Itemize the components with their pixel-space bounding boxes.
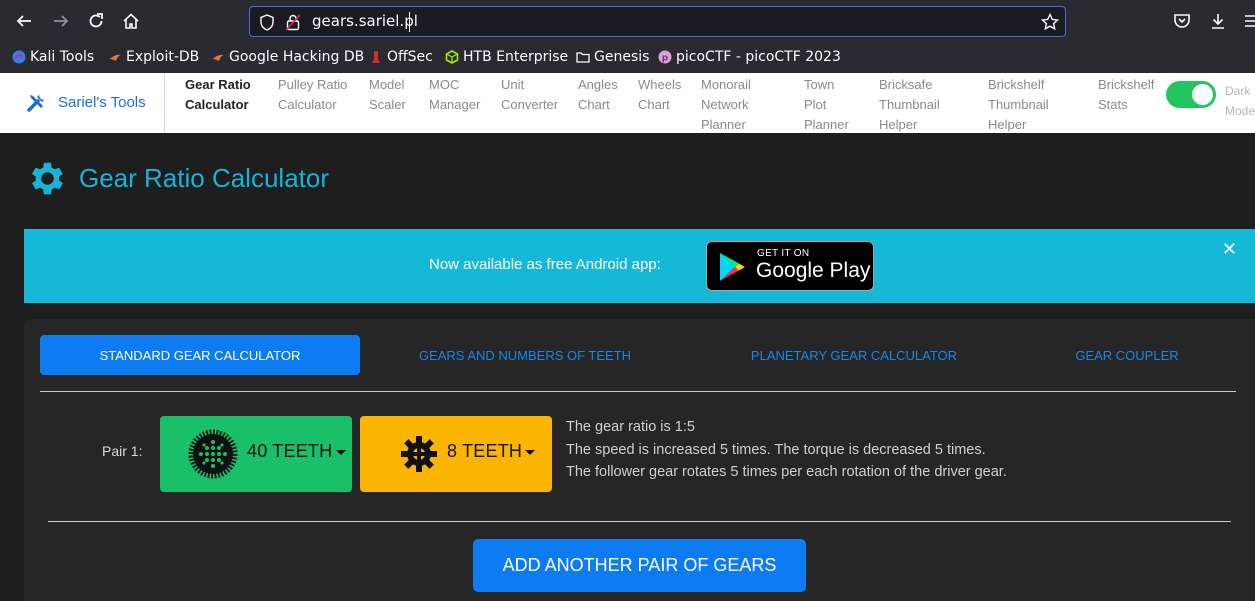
picoctf-icon: p [658, 50, 672, 64]
exploitdb-icon [212, 54, 224, 61]
results-panel: The gear ratio is 1:5 The speed is incre… [566, 416, 1016, 484]
badge-small-text: GET IT ON [757, 248, 810, 259]
shield-icon [260, 14, 274, 31]
tab-planetary-gear-calculator[interactable]: PLANETARY GEAR CALCULATOR [724, 335, 984, 375]
chevron-down-icon [336, 450, 346, 455]
page-header: Gear Ratio Calculator [26, 157, 329, 200]
hamburger-menu-icon [1245, 15, 1255, 27]
bookmark-exploit-db[interactable]: Exploit-DB [108, 47, 199, 67]
tab-standard-gear-calculator[interactable]: STANDARD GEAR CALCULATOR [40, 335, 360, 375]
bookmark-label: Genesis [594, 49, 650, 65]
pair-label: Pair 1: [102, 443, 143, 459]
bookmark-label: Kali Tools [30, 49, 95, 65]
bookmark-label: picoCTF - picoCTF 2023 [676, 49, 841, 65]
browser-toolbar: gears.sariel.pl [0, 0, 1255, 42]
home-button[interactable] [119, 9, 143, 33]
gear-ratio-text: The gear ratio is 1:5 [566, 419, 695, 435]
nav-town-plot-planner[interactable]: Town Plot Planner [804, 75, 849, 135]
folder-icon [576, 52, 590, 63]
brand-name: Sariel's Tools [58, 93, 146, 111]
dark-mode-toggle[interactable] [1166, 81, 1216, 108]
nav-angles-chart[interactable]: Angles Chart [578, 75, 618, 115]
downloads-button[interactable] [1206, 9, 1230, 33]
offsec-icon [372, 51, 380, 63]
reload-icon [89, 13, 103, 28]
badge-big-text: Google Play [756, 259, 871, 282]
nav-bricksafe-thumbnail-helper[interactable]: Bricksafe Thumbnail Helper [879, 75, 940, 135]
kali-icon [12, 50, 26, 64]
bookmark-label: HTB Enterprise [463, 49, 569, 65]
tools-icon [27, 94, 45, 112]
tab-gear-coupler[interactable]: GEAR COUPLER [1054, 335, 1200, 375]
bookmark-label: Google Hacking DB [229, 49, 365, 65]
insecure-lock-icon [286, 14, 300, 31]
site-navbar: Sariel's Tools Gear Ratio Calculator Pul… [0, 73, 1255, 133]
dark-mode-label: Dark Mode [1225, 84, 1255, 118]
nav-brickshelf-thumbnail-helper[interactable]: Brickshelf Thumbnail Helper [988, 75, 1049, 135]
google-play-badge[interactable]: GET IT ON Google Play [706, 241, 874, 291]
nav-pulley-ratio-calculator[interactable]: Pulley Ratio Calculator [278, 75, 347, 115]
exploitdb-icon [109, 54, 121, 61]
pairs-divider [48, 521, 1231, 522]
bookmark-star-icon[interactable] [1041, 13, 1059, 31]
follower-gear-label: 8 TEETH [447, 441, 523, 461]
bookmark-genesis[interactable]: Genesis [576, 47, 649, 67]
bookmark-kali-tools[interactable]: Kali Tools [12, 47, 94, 67]
forward-arrow-icon [54, 15, 69, 27]
bookmark-label: Exploit-DB [126, 49, 200, 65]
chevron-down-icon [525, 450, 535, 455]
follower-gear-dropdown[interactable]: 8 TEETH [360, 416, 552, 492]
driver-gear-label: 40 TEETH [247, 441, 333, 461]
calculator-card: STANDARD GEAR CALCULATOR GEARS AND NUMBE… [24, 319, 1255, 601]
nav-moc-manager[interactable]: MOC Manager [429, 75, 480, 115]
bookmark-google-hacking-db[interactable]: Google Hacking DB [211, 47, 364, 67]
bookmark-htb-enterprise[interactable]: HTB Enterprise [445, 47, 568, 67]
driver-gear-dropdown[interactable]: 40 TEETH [160, 416, 352, 492]
nav-model-scaler[interactable]: Model Scaler [369, 75, 406, 115]
rotation-text: The follower gear rotates 5 times per ea… [566, 464, 1007, 480]
url-bar[interactable]: gears.sariel.pl [249, 6, 1066, 37]
home-icon [123, 13, 139, 29]
url-text: gears.sariel.pl [312, 12, 418, 30]
htb-icon [445, 50, 459, 64]
bookmark-offsec[interactable]: OffSec [369, 47, 433, 67]
gear-8-teeth-icon [401, 436, 437, 472]
bookmark-picoctf[interactable]: p picoCTF - picoCTF 2023 [658, 47, 841, 67]
reload-button[interactable] [84, 9, 108, 33]
speed-torque-text: The speed is increased 5 times. The torq… [566, 441, 986, 458]
forward-button[interactable] [49, 9, 73, 33]
download-icon [1212, 14, 1224, 29]
gear-icon [32, 162, 63, 195]
page-title: Gear Ratio Calculator [79, 163, 329, 193]
brand-link[interactable]: Sariel's Tools [26, 91, 146, 113]
nav-unit-converter[interactable]: Unit Converter [501, 75, 558, 115]
back-button[interactable] [12, 9, 36, 33]
bookmark-label: OffSec [387, 49, 433, 65]
svg-text:p: p [662, 54, 669, 64]
nav-wheels-chart[interactable]: Wheels Chart [638, 75, 681, 115]
pocket-button[interactable] [1170, 9, 1194, 33]
tabs-divider [40, 391, 1236, 392]
pocket-icon [1174, 14, 1190, 28]
android-app-banner: Now available as free Android app: GET I… [24, 229, 1255, 303]
tab-gears-and-numbers-of-teeth[interactable]: GEARS AND NUMBERS OF TEETH [394, 335, 656, 375]
nav-monorail-network-planner[interactable]: Monorail Network Planner [701, 75, 751, 135]
banner-text: Now available as free Android app: [429, 256, 661, 273]
back-arrow-icon [16, 15, 31, 27]
toggle-knob [1192, 84, 1213, 105]
nav-brickshelf-stats[interactable]: Brickshelf Stats [1098, 75, 1154, 115]
add-gear-pair-button[interactable]: ADD ANOTHER PAIR OF GEARS [473, 539, 806, 592]
close-icon[interactable]: ✕ [1222, 239, 1237, 260]
nav-divider [164, 73, 165, 133]
bookmarks-bar: Kali Tools Exploit-DB Google Hacking DB … [0, 42, 1255, 73]
nav-gear-ratio-calculator[interactable]: Gear Ratio Calculator [185, 75, 251, 115]
google-play-logo-icon [720, 253, 745, 281]
menu-button[interactable] [1240, 9, 1255, 33]
text-caret [409, 12, 410, 32]
gear-40-teeth-icon [188, 429, 238, 479]
